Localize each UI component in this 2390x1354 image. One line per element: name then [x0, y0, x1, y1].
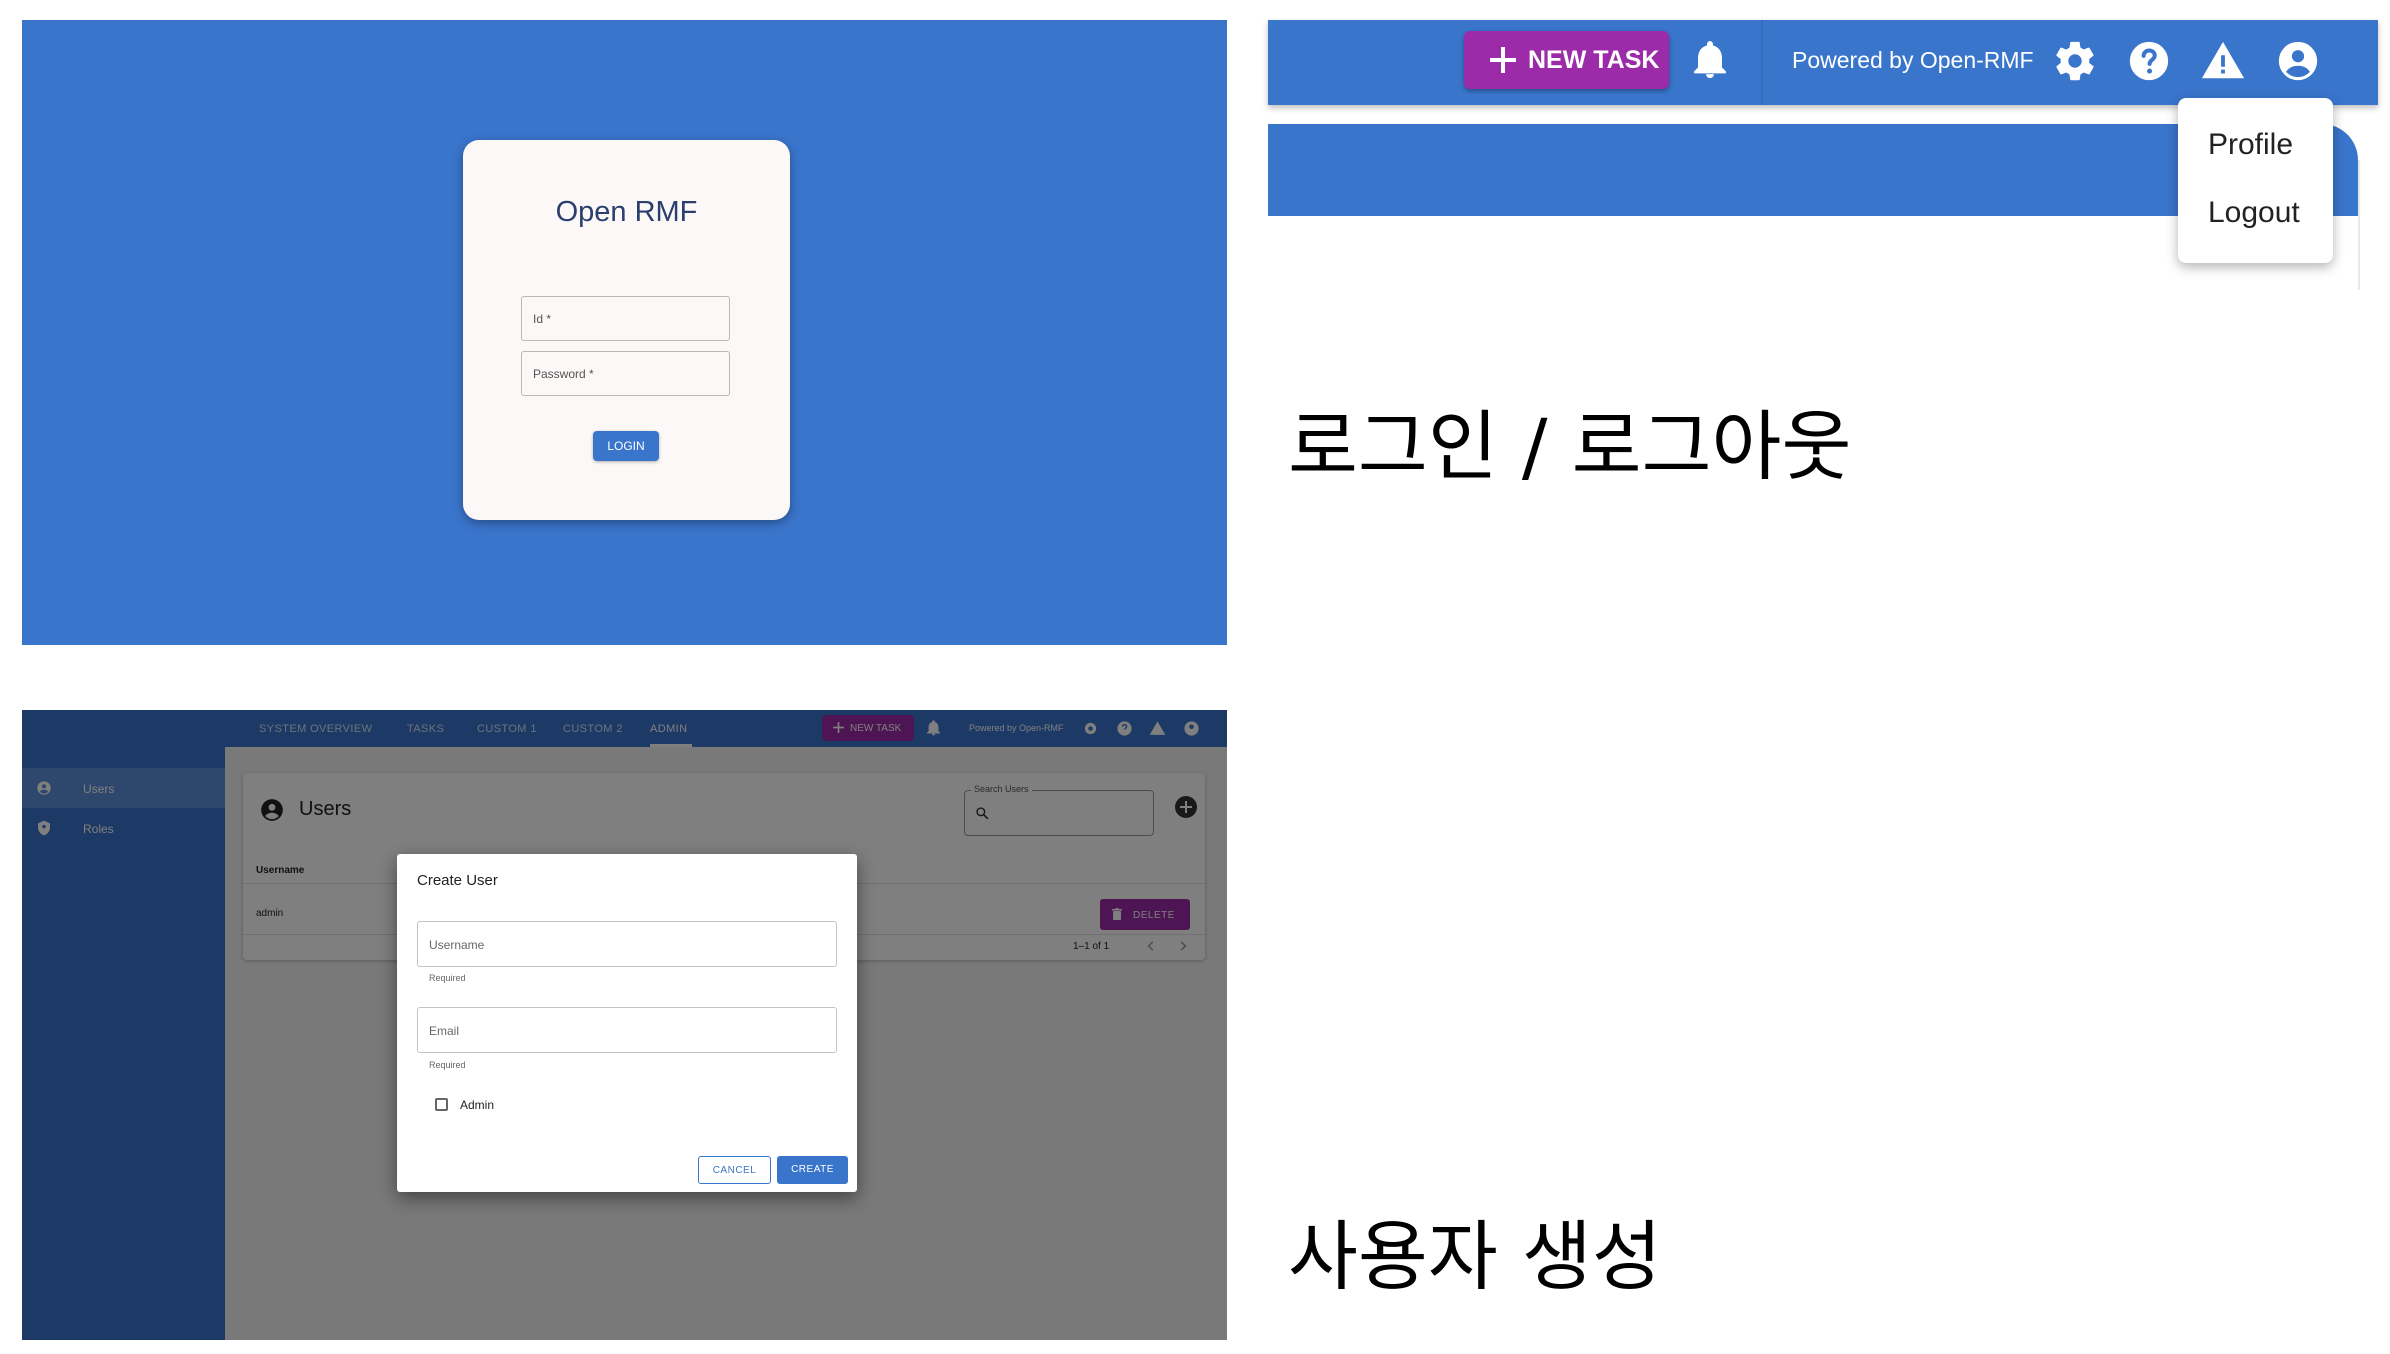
login-button[interactable]: LOGIN — [593, 431, 659, 461]
profile-menu: Profile Logout — [2178, 98, 2333, 263]
login-screen: Open RMF Id * Password * LOGIN — [22, 20, 1227, 645]
header-zoom: NEW TASK Powered by Open-RMF Profile Log… — [1268, 20, 2378, 290]
help-icon[interactable] — [2126, 38, 2172, 84]
login-title: Open RMF — [555, 196, 698, 228]
email-field[interactable]: Email — [417, 1007, 837, 1053]
username-helper-text: Required — [429, 973, 466, 983]
password-field-label: Password * — [533, 367, 594, 381]
menu-item-logout[interactable]: Logout — [2208, 196, 2300, 230]
cancel-button[interactable]: CANCEL — [698, 1156, 771, 1184]
username-placeholder: Username — [429, 938, 485, 952]
divider — [2358, 160, 2360, 290]
admin-checkbox-label: Admin — [460, 1098, 495, 1112]
id-field[interactable]: Id * — [521, 296, 730, 341]
menu-item-profile[interactable]: Profile — [2208, 128, 2293, 162]
bell-icon[interactable] — [1692, 40, 1728, 80]
app-bar-divider — [1761, 20, 1763, 105]
admin-screen: Users Roles SYSTEM OVERVIEW TASKS CUSTOM… — [22, 710, 1227, 1340]
caption-login-logout: 로그인 / 로그아웃 — [1288, 402, 1852, 491]
admin-checkbox[interactable] — [435, 1098, 448, 1111]
login-card: Open RMF Id * Password * LOGIN — [463, 140, 790, 520]
new-task-button[interactable]: NEW TASK — [1464, 31, 1669, 89]
gear-icon[interactable] — [2052, 38, 2098, 84]
create-user-dialog: Create User Username Required Email Requ… — [397, 854, 857, 1192]
create-button[interactable]: CREATE — [777, 1156, 848, 1184]
account-circle-icon[interactable] — [2275, 38, 2321, 84]
id-field-label: Id * — [533, 312, 552, 326]
caption-user-creation: 사용자 생성 — [1288, 1212, 1662, 1301]
email-placeholder: Email — [429, 1024, 460, 1038]
username-field[interactable]: Username — [417, 921, 837, 967]
dialog-title: Create User — [417, 872, 498, 889]
email-helper-text: Required — [429, 1060, 466, 1070]
add-icon — [1490, 47, 1516, 73]
warning-icon[interactable] — [2200, 38, 2246, 84]
app-bar: NEW TASK Powered by Open-RMF — [1268, 20, 2378, 105]
password-field[interactable]: Password * — [521, 351, 730, 396]
new-task-label: NEW TASK — [1528, 46, 1660, 74]
powered-by-text: Powered by Open-RMF — [1792, 47, 2034, 73]
